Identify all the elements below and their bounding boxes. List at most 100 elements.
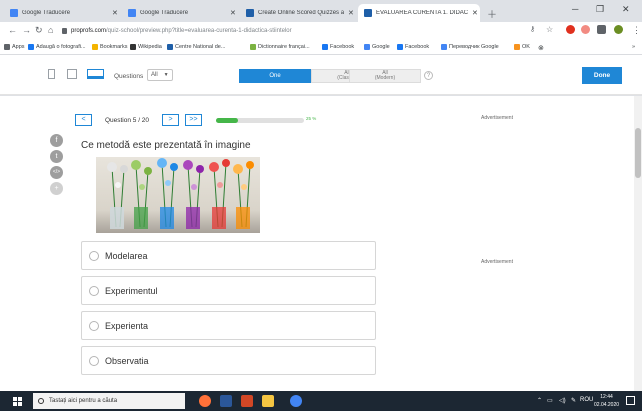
radio-button[interactable] bbox=[89, 285, 99, 296]
bookmark-apps[interactable]: Apps bbox=[4, 44, 25, 50]
next-question-button[interactable]: > bbox=[162, 114, 179, 126]
powerpoint-taskbar-icon[interactable] bbox=[241, 395, 253, 407]
answer-option[interactable]: Observatia bbox=[81, 346, 376, 375]
bookmark-item[interactable]: Google bbox=[364, 44, 390, 50]
more-share-icon[interactable]: + bbox=[50, 182, 63, 195]
google-icon bbox=[364, 44, 370, 50]
star-icon bbox=[92, 44, 98, 50]
radio-button[interactable] bbox=[89, 250, 99, 261]
opera-extension-icon[interactable] bbox=[566, 25, 575, 34]
bookmark-item[interactable]: Wikipedia bbox=[130, 44, 162, 50]
maximize-button[interactable]: ❐ bbox=[596, 4, 604, 15]
close-icon[interactable]: ✕ bbox=[230, 9, 238, 17]
notifications-icon[interactable] bbox=[626, 396, 635, 405]
forward-icon[interactable]: → bbox=[22, 25, 31, 35]
tab-bar: Google Traducere ✕ Google Traducere ✕ Cr… bbox=[0, 0, 642, 22]
close-window-button[interactable]: ✕ bbox=[622, 4, 630, 15]
clock-time: 12:44 bbox=[600, 394, 613, 400]
wikipedia-icon bbox=[130, 44, 136, 50]
star-icon[interactable]: ☆ bbox=[546, 25, 553, 34]
phone-icon[interactable] bbox=[48, 69, 55, 79]
file-explorer-taskbar-icon[interactable] bbox=[262, 395, 274, 407]
questions-filter-select[interactable]: All ▼ bbox=[147, 69, 173, 81]
bookmark-item[interactable]: Centre National de... bbox=[167, 44, 225, 50]
tab-google-translate-1[interactable]: Google Traducere ✕ bbox=[4, 4, 120, 22]
mode-all-modern-button[interactable]: All (Modern) bbox=[349, 69, 421, 83]
bookmark-item[interactable]: OK bbox=[514, 44, 530, 50]
progress-fill bbox=[216, 118, 238, 123]
menu-icon[interactable]: ⋮ bbox=[632, 25, 641, 36]
flowers-in-colored-water-icon bbox=[107, 158, 254, 229]
proprofs-icon bbox=[364, 9, 372, 17]
key-icon[interactable]: ⚷ bbox=[530, 25, 535, 33]
advertisement-label: Advertisement bbox=[481, 259, 513, 265]
twitter-share-icon[interactable]: t bbox=[50, 150, 63, 163]
facebook-icon bbox=[397, 44, 403, 50]
bookmark-item[interactable]: Facebook bbox=[397, 44, 429, 50]
word-taskbar-icon[interactable] bbox=[220, 395, 232, 407]
answer-label: Experienta bbox=[105, 320, 149, 331]
bookmark-item[interactable]: Dictionnaire françai... bbox=[250, 44, 310, 50]
done-button[interactable]: Done bbox=[582, 67, 622, 84]
minimize-button[interactable]: ─ bbox=[572, 4, 578, 14]
larousse-icon bbox=[250, 44, 256, 50]
question-text: Ce metodă este prezentată în imagine bbox=[81, 140, 251, 151]
tab-title: Google Traducere bbox=[22, 10, 71, 16]
google-translate-icon bbox=[10, 9, 18, 17]
close-icon[interactable]: ✕ bbox=[112, 9, 120, 17]
quiz-preview-toolbar: Questions All ▼ One All (Classic) All (Mo… bbox=[0, 55, 642, 95]
address-bar-row: ← → ↻ ⌂ proprofs.com/quiz-school/preview… bbox=[0, 22, 642, 40]
question-image bbox=[96, 157, 260, 233]
answer-option[interactable]: Experienta bbox=[81, 311, 376, 340]
answer-option[interactable]: Experimentul bbox=[81, 276, 376, 305]
more-bookmarks-icon[interactable]: » bbox=[632, 44, 635, 50]
network-icon[interactable]: ▭ bbox=[547, 397, 553, 404]
mode-one-button[interactable]: One bbox=[239, 69, 311, 83]
facebook-icon bbox=[322, 44, 328, 50]
questions-label: Questions bbox=[114, 73, 144, 80]
bookmark-item[interactable]: Bookmarks bbox=[92, 44, 128, 50]
desktop-icon[interactable] bbox=[87, 69, 104, 79]
volume-icon[interactable]: ◁) bbox=[559, 397, 566, 404]
extension-icon[interactable] bbox=[581, 25, 590, 34]
facebook-share-icon[interactable]: f bbox=[50, 134, 63, 147]
close-icon[interactable]: ✕ bbox=[348, 9, 356, 17]
back-icon[interactable]: ← bbox=[8, 25, 17, 35]
chrome-icon[interactable]: ⊗ bbox=[538, 44, 544, 52]
ok-icon bbox=[514, 44, 520, 50]
url-field[interactable]: proprofs.com/quiz-school/preview.php?tit… bbox=[62, 25, 542, 37]
tab-evaluarea-curenta[interactable]: EVALUAREA CURENTA 1. DIDACTI ✕ bbox=[358, 4, 480, 22]
taskbar-search-placeholder: Tastați aici pentru a căuta bbox=[49, 398, 118, 404]
tab-proprofs-create[interactable]: Create Online Scored Quizzes an ✕ bbox=[240, 4, 356, 22]
home-icon[interactable]: ⌂ bbox=[48, 25, 53, 35]
scrollbar[interactable] bbox=[634, 96, 642, 391]
tab-google-translate-2[interactable]: Google Traducere ✕ bbox=[122, 4, 238, 22]
extension-icon[interactable] bbox=[597, 25, 606, 34]
bookmark-item[interactable]: Переводчик Google bbox=[441, 44, 499, 50]
pen-icon[interactable]: ✎ bbox=[571, 397, 576, 404]
chrome-taskbar-icon[interactable] bbox=[290, 395, 302, 407]
tablet-icon[interactable] bbox=[67, 69, 77, 79]
firefox-taskbar-icon[interactable] bbox=[199, 395, 211, 407]
new-tab-button[interactable]: ＋ bbox=[487, 6, 497, 21]
reload-icon[interactable]: ↻ bbox=[35, 25, 43, 36]
radio-button[interactable] bbox=[89, 320, 99, 331]
embed-share-icon[interactable]: </> bbox=[50, 166, 63, 179]
tray-chevron-icon[interactable]: ⌃ bbox=[537, 397, 542, 404]
radio-button[interactable] bbox=[89, 355, 99, 366]
scrollbar-thumb[interactable] bbox=[635, 128, 641, 178]
bookmark-item[interactable]: Adaugă o fotografi... bbox=[28, 44, 86, 50]
tab-title: Create Online Scored Quizzes an bbox=[258, 10, 344, 16]
profile-avatar[interactable] bbox=[614, 25, 623, 34]
language-indicator[interactable]: ROU bbox=[580, 397, 593, 403]
windows-start-icon[interactable] bbox=[13, 397, 22, 406]
clock[interactable]: 12:44 02.04.2020 bbox=[594, 393, 619, 409]
last-question-button[interactable]: >> bbox=[185, 114, 202, 126]
answer-option[interactable]: Modelarea bbox=[81, 241, 376, 270]
bookmark-item[interactable]: Facebook bbox=[322, 44, 354, 50]
help-icon[interactable]: ? bbox=[424, 71, 433, 80]
taskbar-search-input[interactable]: Tastați aici pentru a căuta bbox=[33, 393, 185, 409]
url-host: proprofs.com bbox=[71, 28, 107, 34]
close-icon[interactable]: ✕ bbox=[472, 9, 480, 17]
prev-question-button[interactable]: < bbox=[75, 114, 92, 126]
